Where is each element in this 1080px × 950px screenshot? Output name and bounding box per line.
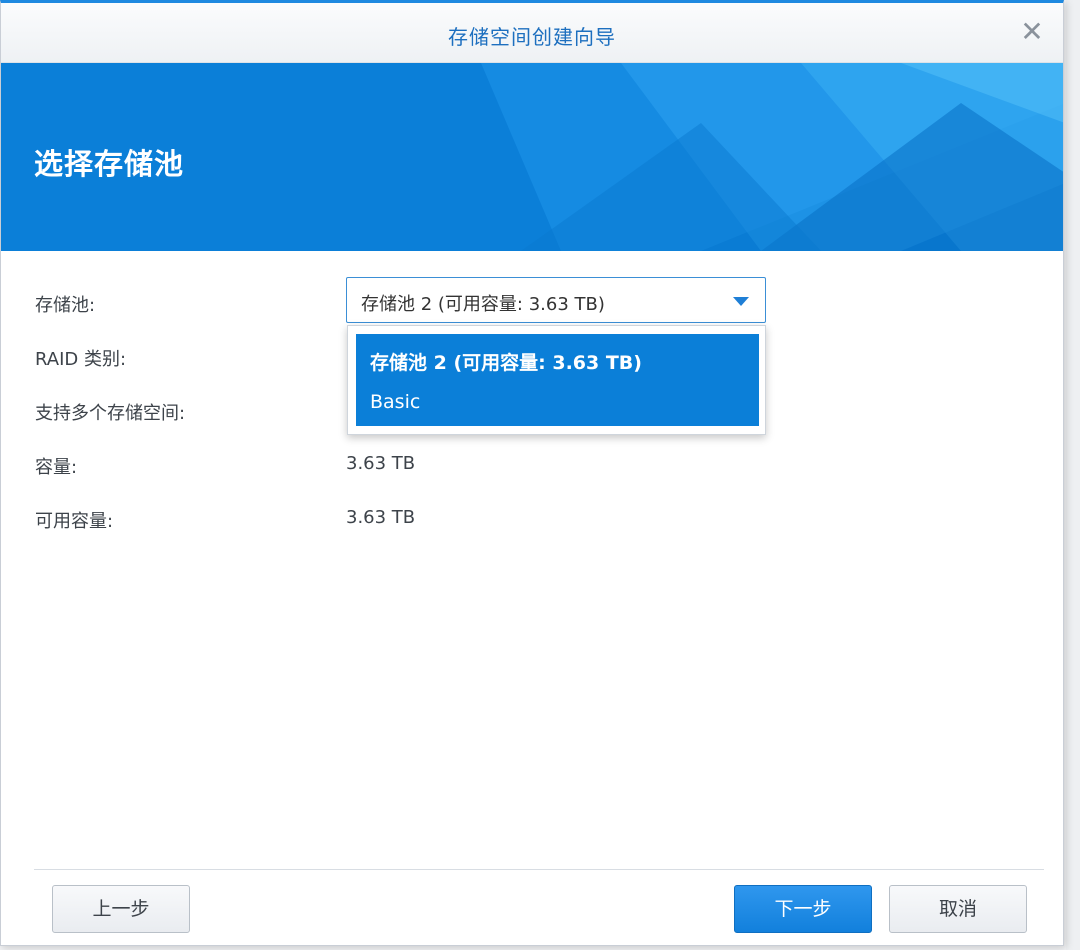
- dropdown-option-basic[interactable]: Basic: [370, 391, 420, 413]
- background-desktop-strip: [1066, 0, 1080, 950]
- footer-divider: [34, 869, 1044, 870]
- wizard-dialog: 存储空间创建向导 ✕ 选择存储池 存储池: RAID 类别: 支持多个存储空间:…: [0, 0, 1064, 946]
- dialog-titlebar: 存储空间创建向导 ✕: [1, 3, 1063, 63]
- step-banner: 选择存储池: [1, 63, 1063, 251]
- storage-pool-selected-value: 存储池 2 (可用容量: 3.63 TB): [361, 294, 605, 315]
- cancel-button[interactable]: 取消: [889, 885, 1027, 933]
- close-icon[interactable]: ✕: [1017, 17, 1047, 47]
- capacity-label: 容量:: [35, 457, 78, 478]
- previous-step-button[interactable]: 上一步: [52, 885, 190, 933]
- dropdown-option-storage-pool-2[interactable]: 存储池 2 (可用容量: 3.63 TB): [370, 348, 642, 375]
- multi-volume-label: 支持多个存储空间:: [35, 403, 186, 424]
- storage-pool-label: 存储池:: [35, 295, 96, 316]
- storage-pool-dropdown-list: 存储池 2 (可用容量: 3.63 TB) Basic: [347, 325, 766, 435]
- available-capacity-label: 可用容量:: [35, 511, 114, 532]
- storage-pool-select[interactable]: 存储池 2 (可用容量: 3.63 TB): [346, 277, 766, 323]
- raid-type-label: RAID 类别:: [35, 349, 127, 370]
- capacity-value: 3.63 TB: [346, 453, 416, 474]
- dialog-title: 存储空间创建向导: [448, 25, 616, 49]
- available-capacity-value: 3.63 TB: [346, 507, 416, 528]
- step-heading: 选择存储池: [34, 147, 185, 181]
- next-step-button[interactable]: 下一步: [734, 885, 872, 933]
- caret-down-icon[interactable]: [733, 297, 749, 306]
